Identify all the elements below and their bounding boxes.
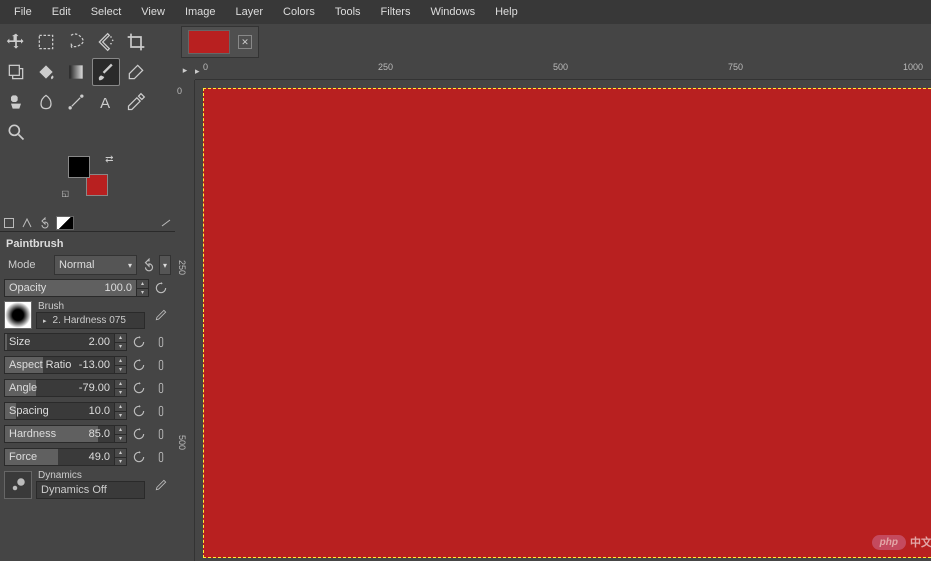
mode-label: Mode [4, 259, 54, 271]
menu-select[interactable]: Select [81, 2, 132, 22]
image-tab[interactable]: ✕ [181, 26, 259, 58]
mode-extra-chevron[interactable]: ▾ [159, 255, 171, 275]
ruler-corner[interactable]: ▸ [175, 60, 195, 80]
canvas-area: ✕ ▸ 0 250 500 ▸ 0 250 500 750 1000 [175, 24, 931, 561]
force-spinner[interactable]: ▴▾ [115, 448, 127, 466]
free-select-tool[interactable] [62, 28, 90, 56]
horizontal-ruler[interactable]: ▸ 0 250 500 750 1000 [195, 60, 931, 80]
fuzzy-select-tool[interactable] [92, 28, 120, 56]
hardness-link-icon[interactable] [151, 424, 171, 444]
color-picker-tool[interactable] [122, 88, 150, 116]
opacity-reset-icon[interactable] [151, 278, 171, 298]
aspect-reset-icon[interactable] [129, 355, 149, 375]
zoom-tool[interactable] [2, 118, 30, 146]
smudge-tool[interactable] [32, 88, 60, 116]
left-panel: A ⇄ ◱ Paintbrush Mode [0, 24, 175, 561]
menu-layer[interactable]: Layer [226, 2, 274, 22]
foreground-color[interactable] [68, 156, 90, 178]
hardness-reset-icon[interactable] [129, 424, 149, 444]
close-image-icon[interactable]: ✕ [238, 35, 252, 49]
watermark: php 中文网 [872, 534, 931, 550]
configure-tab-icon[interactable] [159, 216, 173, 230]
opacity-slider[interactable]: Opacity100.0 [4, 279, 137, 297]
spacing-spinner[interactable]: ▴▾ [115, 402, 127, 420]
crop-tool[interactable] [122, 28, 150, 56]
color-swatches: ⇄ ◱ [68, 156, 108, 196]
paintbrush-tool[interactable] [92, 58, 120, 86]
mode-reset-icon[interactable] [139, 255, 159, 275]
menu-colors[interactable]: Colors [273, 2, 325, 22]
image-tabs: ✕ [175, 24, 931, 60]
tool-options-panel: Paintbrush Mode Normal▾ ▾ Opacity100.0 ▴… [0, 232, 175, 506]
menu-file[interactable]: File [4, 2, 42, 22]
menu-filters[interactable]: Filters [371, 2, 421, 22]
menu-view[interactable]: View [131, 2, 175, 22]
aspect-spinner[interactable]: ▴▾ [115, 356, 127, 374]
eraser-tool[interactable] [122, 58, 150, 86]
menu-edit[interactable]: Edit [42, 2, 81, 22]
size-link-icon[interactable] [151, 332, 171, 352]
brush-preview[interactable] [4, 301, 32, 329]
angle-link-icon[interactable] [151, 378, 171, 398]
dynamics-edit-icon[interactable] [151, 475, 171, 495]
spacing-slider[interactable]: Spacing10.0 [4, 402, 115, 420]
tool-options-title: Paintbrush [2, 236, 173, 252]
spacing-link-icon[interactable] [151, 401, 171, 421]
opacity-spinner[interactable]: ▴▾ [137, 279, 149, 297]
menu-image[interactable]: Image [175, 2, 226, 22]
hardness-slider[interactable]: Hardness85.0 [4, 425, 115, 443]
svg-text:A: A [100, 95, 110, 112]
dock-tab-strip [0, 214, 175, 232]
spacing-reset-icon[interactable] [129, 401, 149, 421]
brush-label: Brush [36, 301, 145, 312]
images-tab-icon[interactable] [56, 216, 74, 230]
menu-tools[interactable]: Tools [325, 2, 371, 22]
aspect-link-icon[interactable] [151, 355, 171, 375]
size-spinner[interactable]: ▴▾ [115, 333, 127, 351]
menubar: File Edit Select View Image Layer Colors… [0, 0, 931, 24]
text-tool[interactable]: A [92, 88, 120, 116]
swap-colors-icon[interactable]: ⇄ [105, 154, 113, 165]
menu-help[interactable]: Help [485, 2, 528, 22]
clone-tool[interactable] [2, 88, 30, 116]
force-link-icon[interactable] [151, 447, 171, 467]
image-thumbnail [188, 30, 230, 54]
dynamics-label: Dynamics [36, 470, 145, 481]
aspect-ratio-slider[interactable]: Aspect Ratio-13.00 [4, 356, 115, 374]
angle-spinner[interactable]: ▴▾ [115, 379, 127, 397]
angle-slider[interactable]: Angle-79.00 [4, 379, 115, 397]
hardness-spinner[interactable]: ▴▾ [115, 425, 127, 443]
rect-select-tool[interactable] [32, 28, 60, 56]
size-reset-icon[interactable] [129, 332, 149, 352]
move-tool[interactable] [2, 28, 30, 56]
dynamics-preview[interactable] [4, 471, 32, 499]
size-slider[interactable]: Size2.00 [4, 333, 115, 351]
tool-options-tab-icon[interactable] [2, 216, 16, 230]
chevron-down-icon: ▾ [128, 261, 132, 270]
mode-select[interactable]: Normal▾ [54, 255, 137, 275]
angle-reset-icon[interactable] [129, 378, 149, 398]
device-status-tab-icon[interactable] [20, 216, 34, 230]
gradient-tool[interactable] [62, 58, 90, 86]
force-slider[interactable]: Force49.0 [4, 448, 115, 466]
default-colors-icon[interactable]: ◱ [62, 189, 70, 198]
brush-edit-icon[interactable] [151, 305, 171, 325]
undo-history-tab-icon[interactable] [38, 216, 52, 230]
vertical-ruler[interactable]: 0 250 500 [175, 80, 195, 561]
canvas[interactable]: php 中文网 [203, 88, 931, 558]
transform-tool[interactable] [2, 58, 30, 86]
brush-select[interactable]: ▸2. Hardness 075 [36, 312, 145, 329]
bucket-fill-tool[interactable] [32, 58, 60, 86]
toolbox: A ⇄ ◱ [0, 24, 175, 214]
path-tool[interactable] [62, 88, 90, 116]
dynamics-select[interactable]: Dynamics Off [36, 481, 145, 499]
menu-windows[interactable]: Windows [420, 2, 485, 22]
force-reset-icon[interactable] [129, 447, 149, 467]
